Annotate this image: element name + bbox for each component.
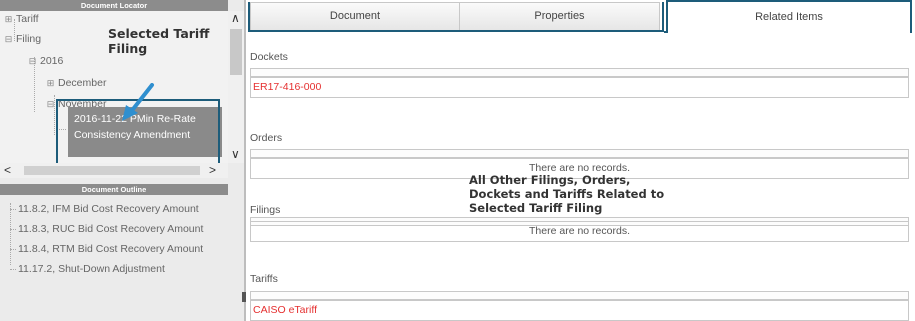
tab-divider (664, 31, 666, 33)
scroll-up-icon[interactable]: ∧ (231, 11, 240, 25)
expand-icon[interactable]: ⊞ (4, 14, 13, 25)
tree-node-label: Filing (16, 33, 42, 45)
tree-connector (10, 203, 11, 265)
dockets-table-header (250, 68, 909, 77)
expand-icon[interactable]: ⊞ (46, 78, 55, 89)
filings-label: Filings (250, 204, 281, 216)
locator-vertical-scrollbar[interactable]: ∧ ∨ (228, 11, 244, 163)
scrollbar-thumb[interactable] (24, 166, 200, 175)
scroll-left-icon[interactable]: < (4, 163, 11, 177)
tree-node-tariff[interactable]: ⊞ Tariff (4, 13, 39, 25)
left-panel: Document Locator ⊞ Tariff ⊟ Filing ⊟ 201… (0, 0, 246, 321)
tree-node-december[interactable]: ⊞ December (46, 77, 107, 89)
dockets-label: Dockets (250, 51, 288, 63)
tree-node-filing[interactable]: ⊟ Filing (4, 33, 41, 45)
docket-link[interactable]: ER17-416-000 (251, 81, 321, 93)
outline-item[interactable]: 11.8.4, RTM Bid Cost Recovery Amount (18, 243, 203, 255)
outline-item[interactable]: 11.17.2, Shut-Down Adjustment (18, 263, 165, 275)
scrollbar-thumb[interactable] (230, 29, 242, 75)
tree-node-label: December (58, 77, 107, 89)
locator-horizontal-scrollbar[interactable]: < > (0, 163, 228, 178)
tree-node-label: 2016 (40, 55, 64, 67)
outline-item[interactable]: 11.8.3, RUC Bid Cost Recovery Amount (18, 223, 203, 235)
tariffs-table-row[interactable]: CAISO eTariff (250, 300, 909, 321)
callout-selected-tariff-filing: Selected Tariff Filing (108, 26, 210, 56)
document-locator-tree[interactable]: ⊞ Tariff ⊟ Filing ⊟ 2016 ⊞ December ⊟ No… (0, 11, 228, 163)
tree-connector (10, 229, 16, 230)
tree-node-label: Tariff (16, 13, 39, 25)
arrow-pointer-icon (122, 83, 154, 121)
scroll-right-icon[interactable]: > (209, 163, 216, 177)
tariffs-table-header (250, 291, 909, 300)
orders-table-header (250, 149, 909, 158)
tree-connector (10, 209, 16, 210)
scroll-down-icon[interactable]: ∨ (231, 147, 240, 161)
collapse-icon[interactable]: ⊟ (46, 99, 55, 110)
document-outline-list: 11.8.2, IFM Bid Cost Recovery Amount 11.… (0, 195, 232, 321)
collapse-icon[interactable]: ⊟ (4, 34, 13, 45)
orders-label: Orders (250, 132, 283, 144)
document-locator-header: Document Locator (0, 0, 228, 11)
tree-connector (10, 269, 16, 270)
tab-bar: Document Properties Related Items (246, 0, 915, 33)
highlight-frame (248, 2, 664, 32)
tree-node-2016[interactable]: ⊟ 2016 (28, 55, 64, 67)
tree-connector (10, 249, 16, 250)
right-panel: Document Properties Related Items Docket… (246, 0, 915, 321)
dockets-table-row[interactable]: ER17-416-000 (250, 77, 909, 98)
tariffs-label: Tariffs (250, 273, 278, 285)
callout-related-items: All Other Filings, Orders, Dockets and T… (469, 173, 665, 215)
outline-item[interactable]: 11.8.2, IFM Bid Cost Recovery Amount (18, 203, 199, 215)
document-outline-header: Document Outline (0, 184, 228, 195)
filings-empty-message: There are no records. (250, 221, 909, 242)
tariff-link[interactable]: CAISO eTariff (251, 304, 317, 316)
collapse-icon[interactable]: ⊟ (28, 56, 37, 67)
tab-related-items[interactable]: Related Items (666, 0, 912, 33)
